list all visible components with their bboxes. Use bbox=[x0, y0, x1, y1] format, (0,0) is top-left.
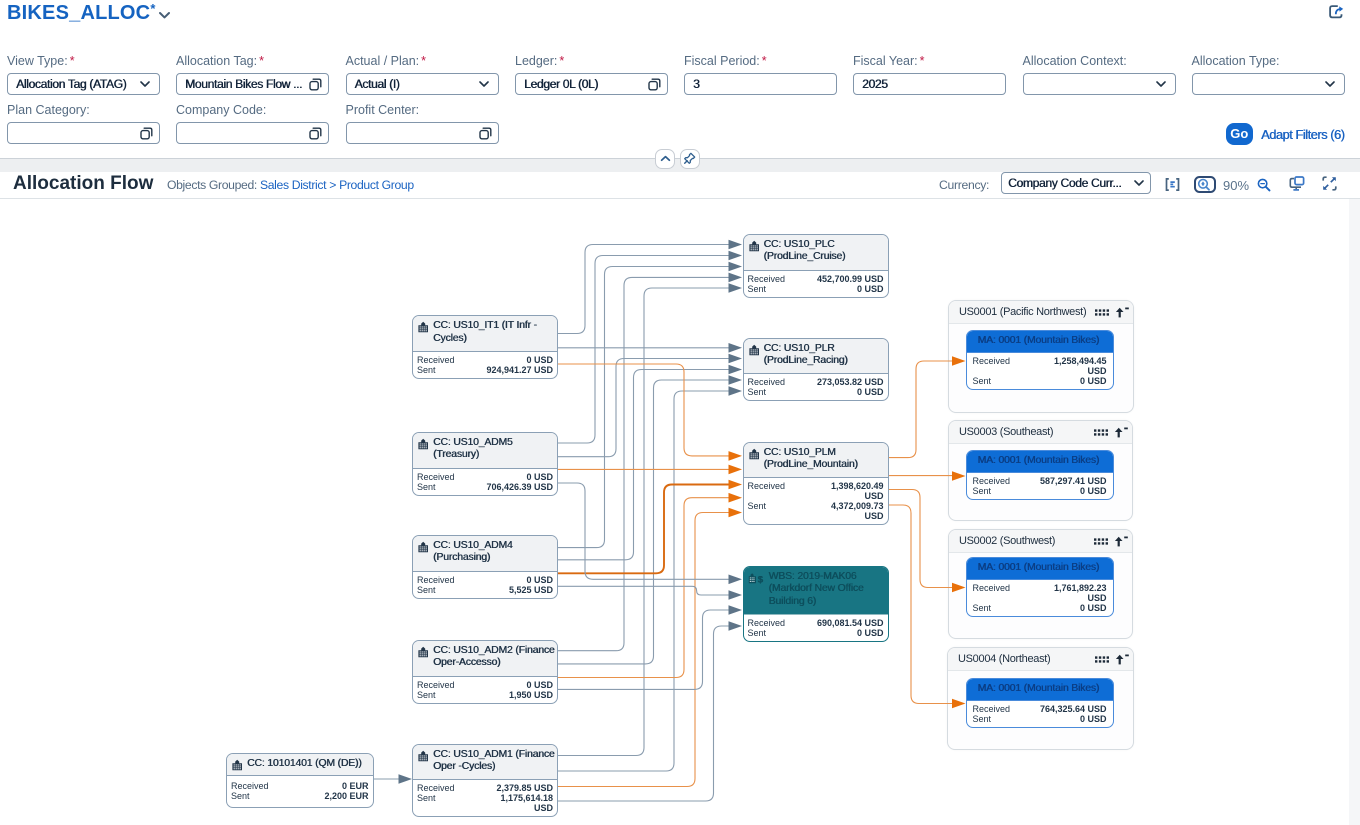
svg-text:$: $ bbox=[757, 574, 763, 584]
